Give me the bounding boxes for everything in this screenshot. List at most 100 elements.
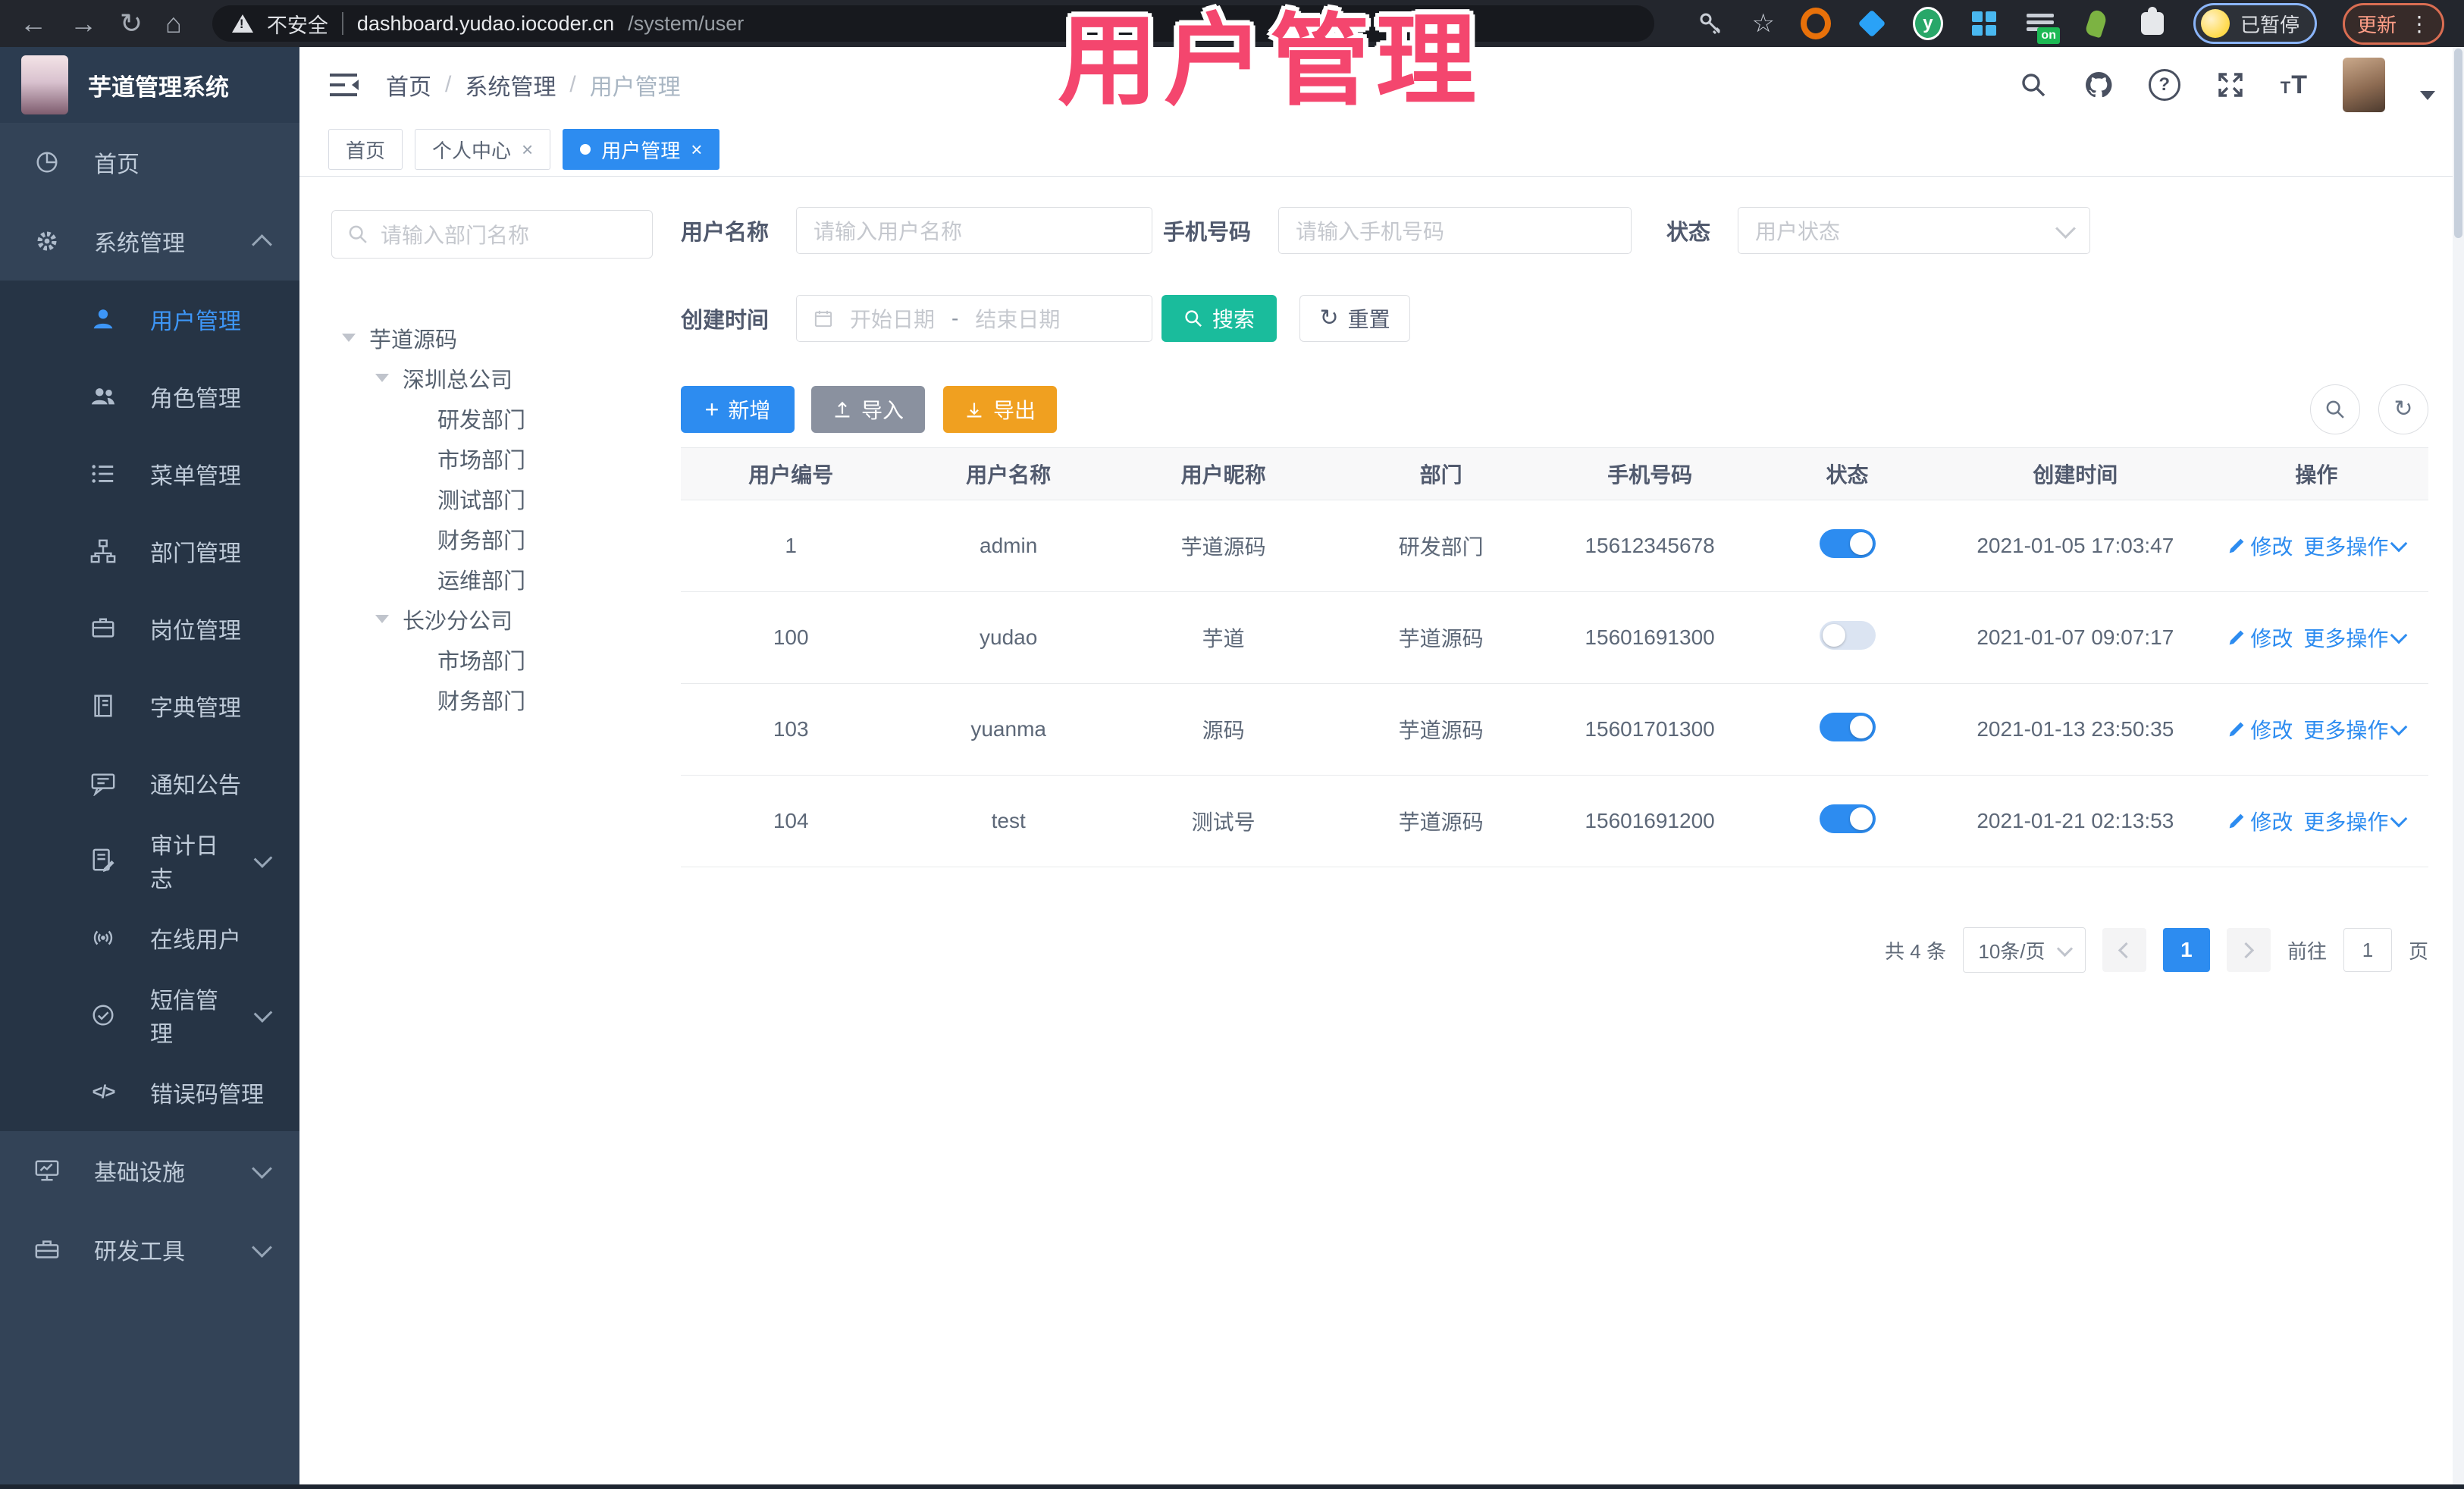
edit-link[interactable]: 修改 (2227, 622, 2293, 653)
url-path: /system/user (628, 11, 745, 35)
column-header: 手机号码 (1607, 463, 1693, 487)
sidebar-item-dictionary[interactable]: 字典管理 (0, 667, 299, 744)
sidebar-item-departments[interactable]: 部门管理 (0, 513, 299, 590)
next-page-button[interactable] (2226, 928, 2271, 972)
sidebar-item-users[interactable]: 用户管理 (0, 281, 299, 358)
add-button[interactable]: + 新增 (681, 386, 795, 433)
sidebar-item-roles[interactable]: 角色管理 (0, 358, 299, 435)
tree-node[interactable]: 研发部门 (331, 398, 653, 438)
status-toggle[interactable] (1819, 528, 1876, 558)
home-icon[interactable]: ⌂ (165, 0, 182, 47)
cell-mobile: 15601691300 (1585, 625, 1715, 649)
sidebar-item-menus[interactable]: 菜单管理 (0, 435, 299, 513)
browser-profile-chip[interactable]: 已暂停 (2193, 3, 2317, 44)
department-tree: 芋道源码 深圳总公司 研发部门 市场部门 测试部门 财务部门 运维部门 长沙分公… (331, 318, 653, 719)
forward-icon[interactable]: → (70, 0, 97, 47)
tab-profile[interactable]: 个人中心 × (415, 129, 551, 170)
tree-node[interactable]: 市场部门 (331, 639, 653, 679)
breadcrumb-section[interactable]: 系统管理 (465, 68, 556, 102)
extension-list-on-icon[interactable]: on (2025, 8, 2060, 44)
sidebar-item-system[interactable]: 系统管理 (0, 202, 299, 281)
extension-green-y-icon[interactable]: y (1912, 7, 1943, 40)
font-size-icon[interactable]: TT (2281, 71, 2308, 100)
search-button[interactable]: 搜索 (1161, 295, 1277, 342)
tree-node[interactable]: 财务部门 (331, 519, 653, 559)
mobile-input[interactable]: 请输入手机号码 (1278, 207, 1632, 254)
scrollbar-thumb[interactable] (2454, 49, 2462, 238)
content: 请输入部门名称 芋道源码 深圳总公司 研发部门 市场部门 测试部门 财务部门 运… (299, 177, 2464, 1489)
tab-user-management[interactable]: 用户管理 × (563, 129, 720, 170)
tree-node[interactable]: 财务部门 (331, 679, 653, 719)
extension-leg-icon[interactable] (2081, 8, 2111, 39)
username-input[interactable]: 请输入用户名称 (796, 207, 1153, 254)
more-actions-link[interactable]: 更多操作 (2303, 806, 2408, 836)
page-number-current[interactable]: 1 (2162, 928, 2210, 972)
goto-page-input[interactable] (2343, 928, 2392, 972)
back-icon[interactable]: ← (20, 0, 47, 47)
sidebar-item-infrastructure[interactable]: 基础设施 (0, 1131, 299, 1210)
breadcrumb-home[interactable]: 首页 (386, 68, 431, 102)
more-actions-link[interactable]: 更多操作 (2303, 714, 2408, 744)
sidebar-item-label: 在线用户 (150, 928, 241, 953)
not-secure-label[interactable]: 不安全 (267, 9, 328, 39)
status-toggle[interactable] (1819, 804, 1876, 833)
sidebar-item-online-users[interactable]: 在线用户 (0, 899, 299, 976)
fullscreen-icon[interactable] (2215, 70, 2246, 100)
main-area: 首页 / 系统管理 / 用户管理 ? TT 首页 个人中心 × 用户管理 × 请… (299, 47, 2464, 1489)
sidebar-item-announcements[interactable]: 通知公告 (0, 744, 299, 822)
sidebar-item-posts[interactable]: 岗位管理 (0, 590, 299, 667)
edit-link[interactable]: 修改 (2227, 714, 2293, 744)
status-toggle[interactable] (1819, 620, 1876, 650)
caret-down-icon[interactable] (342, 334, 356, 342)
extension-ubuntu-icon[interactable] (1800, 8, 1831, 39)
tab-label: 首页 (346, 139, 386, 162)
tree-node[interactable]: 深圳总公司 (331, 358, 653, 398)
tree-node[interactable]: 运维部门 (331, 559, 653, 599)
sidebar-item-dev-tools[interactable]: 研发工具 (0, 1210, 299, 1289)
more-actions-link[interactable]: 更多操作 (2303, 622, 2408, 653)
sidebar-collapse-icon[interactable] (328, 70, 359, 100)
avatar-caret-icon[interactable] (2420, 91, 2435, 100)
table-refresh-button[interactable]: ↻ (2378, 384, 2428, 434)
import-button[interactable]: 导入 (811, 386, 925, 433)
department-search-input[interactable]: 请输入部门名称 (331, 210, 653, 259)
tree-node-root[interactable]: 芋道源码 (331, 318, 653, 358)
extensions-puzzle-icon[interactable] (2137, 7, 2168, 39)
tree-node[interactable]: 测试部门 (331, 478, 653, 519)
status-select[interactable]: 用户状态 (1738, 207, 2091, 254)
sidebar-item-home[interactable]: 首页 (0, 123, 299, 202)
close-icon[interactable]: × (522, 138, 533, 161)
password-key-icon[interactable] (1695, 8, 1726, 39)
edit-link[interactable]: 修改 (2227, 531, 2293, 561)
reload-icon[interactable]: ↻ (120, 0, 143, 47)
tree-node[interactable]: 市场部门 (331, 438, 653, 478)
bookmark-star-icon[interactable]: ☆ (1751, 8, 1774, 39)
browser-menu-icon[interactable]: ⋮ (2409, 11, 2430, 36)
help-icon[interactable]: ? (2148, 69, 2180, 101)
sidebar-item-audit-log[interactable]: 审计日志 (0, 822, 299, 899)
sidebar-item-sms[interactable]: 短信管理 (0, 976, 299, 1054)
table-search-toggle-button[interactable] (2310, 384, 2360, 434)
extension-gem-icon[interactable] (1857, 8, 1887, 39)
github-icon[interactable] (2083, 70, 2114, 100)
edit-link[interactable]: 修改 (2227, 806, 2293, 836)
tree-node[interactable]: 长沙分公司 (331, 599, 653, 639)
user-avatar[interactable] (2343, 58, 2385, 112)
status-toggle[interactable] (1819, 712, 1876, 741)
export-button[interactable]: 导出 (943, 386, 1057, 433)
more-actions-link[interactable]: 更多操作 (2303, 531, 2408, 561)
sidebar-item-error-codes[interactable]: </> 错误码管理 (0, 1054, 299, 1131)
date-range-input[interactable]: 开始日期 - 结束日期 (796, 295, 1153, 342)
extension-squares-icon[interactable] (1969, 8, 1999, 39)
prev-page-button[interactable] (2102, 928, 2146, 972)
tab-home[interactable]: 首页 (328, 129, 403, 170)
logo-bar[interactable]: 芋道管理系统 (0, 47, 299, 123)
page-size-select[interactable]: 10条/页 (1962, 927, 2086, 973)
caret-down-icon[interactable] (375, 615, 389, 623)
close-icon[interactable]: × (691, 138, 702, 161)
browser-update-button[interactable]: 更新 ⋮ (2342, 2, 2444, 45)
page-scrollbar[interactable] (2453, 47, 2464, 1489)
caret-down-icon[interactable] (375, 374, 389, 382)
reset-button[interactable]: ↻ 重置 (1299, 295, 1411, 342)
search-icon[interactable] (2018, 70, 2049, 100)
